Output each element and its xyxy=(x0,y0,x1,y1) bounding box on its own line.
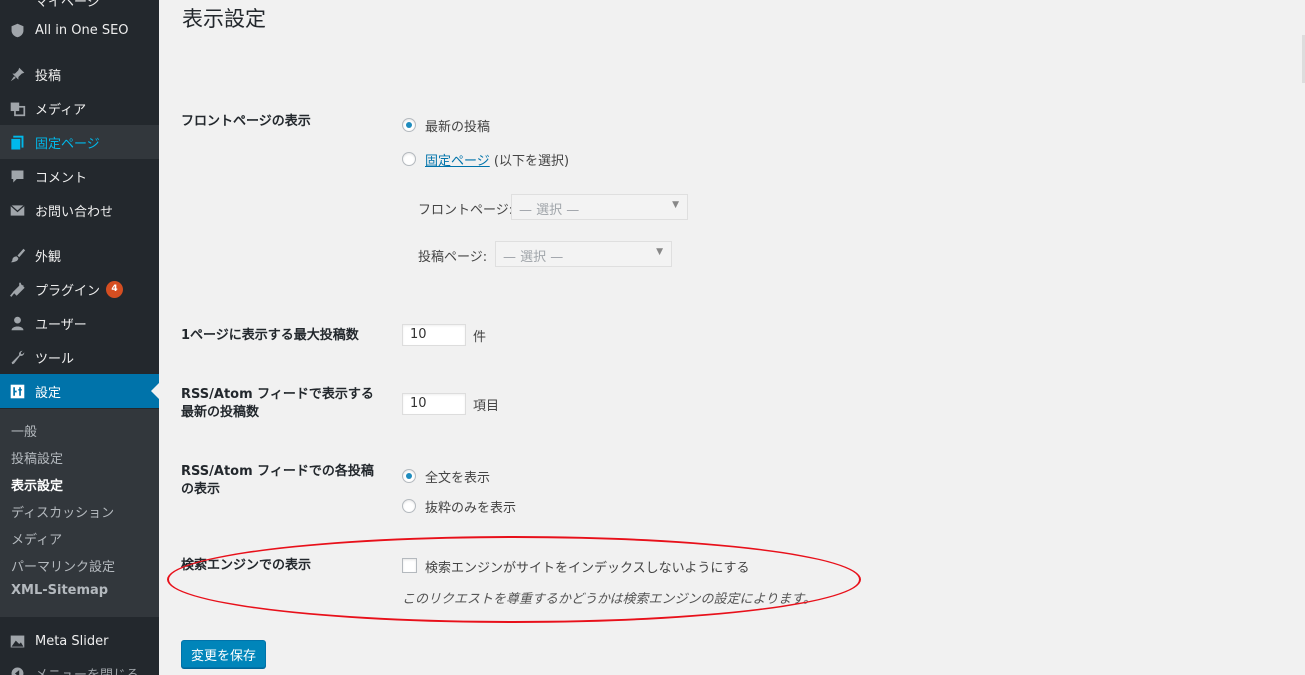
sidebar-item-posts[interactable]: 投稿 xyxy=(0,57,159,91)
static-page-suffix: (以下を選択) xyxy=(489,154,570,169)
sidebar-item-label: お問い合わせ xyxy=(35,204,114,220)
sidebar-item-label: プラグイン xyxy=(35,283,101,299)
sidebar-item-label: 設定 xyxy=(35,385,62,401)
plugin-icon xyxy=(8,280,26,298)
sidebar-item-tools[interactable]: ツール xyxy=(0,340,159,374)
sidebar-item-contact[interactable]: お問い合わせ xyxy=(0,193,159,227)
user-icon xyxy=(8,314,26,332)
sidebar-item-label: コメント xyxy=(35,170,88,186)
sidebar-item-label: All in One SEO xyxy=(35,22,129,38)
radio-summary-label: 抜粋のみを表示 xyxy=(425,501,517,516)
chevron-down-icon: ▼ xyxy=(656,247,663,257)
page-title: 表示設定 xyxy=(182,7,266,31)
rss-posts-input[interactable]: 10 xyxy=(402,393,466,415)
wrench-icon xyxy=(8,348,26,366)
front-page-display-label: フロントページの表示 xyxy=(181,114,311,129)
collapse-icon xyxy=(8,664,26,675)
radio-latest-posts[interactable] xyxy=(402,118,416,132)
rss-posts-label: RSS/Atom フィードで表示する最新の投稿数 xyxy=(181,387,374,420)
submenu-xml-sitemap[interactable]: XML-Sitemap xyxy=(11,583,108,598)
submenu-permalinks[interactable]: パーマリンク設定 xyxy=(11,556,115,575)
mail-icon xyxy=(8,201,26,219)
sidebar-item-pages[interactable]: 固定ページ xyxy=(0,125,159,159)
submenu-discussion[interactable]: ディスカッション xyxy=(11,502,114,521)
collapse-menu-button[interactable]: メニューを閉じる xyxy=(0,656,159,675)
admin-sidebar: マイページ All in One SEO 投稿 メディア 固定ページ コメント xyxy=(0,0,159,675)
brush-icon xyxy=(8,246,26,264)
sidebar-item-label: メニューを閉じる xyxy=(35,667,140,675)
submenu-media[interactable]: メディア xyxy=(11,529,62,548)
radio-full-text-label: 全文を表示 xyxy=(425,471,491,486)
sidebar-item-media[interactable]: メディア xyxy=(0,91,159,125)
sidebar-item-label: ツール xyxy=(35,351,75,367)
sidebar-item-settings[interactable]: 設定 xyxy=(0,374,159,408)
sidebar-item-label: 外観 xyxy=(35,249,62,265)
front-page-select[interactable]: — 選択 — ▼ xyxy=(511,194,688,220)
sidebar-item-plugins[interactable]: プラグイン 4 xyxy=(0,272,159,306)
posts-page-select-label: 投稿ページ: xyxy=(418,250,488,265)
settings-submenu: 一般 投稿設定 表示設定 ディスカッション メディア パーマリンク設定 XML-… xyxy=(0,409,159,617)
rss-display-label: RSS/Atom フィードでの各投稿の表示 xyxy=(181,464,374,497)
sidebar-item-all-in-one-seo[interactable]: All in One SEO xyxy=(0,13,159,47)
sidebar-item-comments[interactable]: コメント xyxy=(0,159,159,193)
rss-posts-unit: 項目 xyxy=(473,399,500,414)
pages-icon xyxy=(8,133,26,151)
sidebar-item-label: マイページ xyxy=(35,0,100,10)
submenu-general[interactable]: 一般 xyxy=(11,421,37,440)
chevron-down-icon: ▼ xyxy=(672,200,679,210)
posts-per-page-unit: 件 xyxy=(473,330,487,345)
main-content: 表示設定 フロントページの表示 最新の投稿 固定ページ (以下を選択) フロント… xyxy=(159,0,1305,675)
sidebar-item-label: 投稿 xyxy=(35,68,62,84)
pin-icon xyxy=(8,65,26,83)
sidebar-item-meta-slider[interactable]: Meta Slider xyxy=(0,624,159,658)
posts-per-page-input[interactable]: 10 xyxy=(402,324,466,346)
radio-static-page-label: 固定ページ (以下を選択) xyxy=(425,150,569,169)
radio-static-page[interactable] xyxy=(402,152,416,166)
sidebar-item-label: ユーザー xyxy=(35,317,87,333)
sidebar-item-users[interactable]: ユーザー xyxy=(0,306,159,340)
front-page-select-label: フロントページ: xyxy=(418,203,514,218)
settings-icon xyxy=(8,382,26,400)
sidebar-item-label: メディア xyxy=(35,102,87,118)
media-icon xyxy=(8,99,26,117)
shield-icon xyxy=(8,21,26,39)
slider-icon xyxy=(8,632,26,650)
static-page-link[interactable]: 固定ページ xyxy=(425,154,490,169)
save-changes-button[interactable]: 変更を保存 xyxy=(181,640,266,668)
sidebar-item-appearance[interactable]: 外観 xyxy=(0,238,159,272)
front-page-select-value: — 選択 — xyxy=(519,203,580,218)
posts-per-page-label: 1ページに表示する最大投稿数 xyxy=(181,328,359,343)
shield-icon xyxy=(8,0,26,9)
posts-page-select[interactable]: — 選択 — ▼ xyxy=(495,241,672,267)
sidebar-item-label: 固定ページ xyxy=(35,136,100,152)
radio-latest-posts-label: 最新の投稿 xyxy=(425,120,491,135)
sidebar-item-label: Meta Slider xyxy=(35,633,109,649)
radio-full-text[interactable] xyxy=(402,469,416,483)
submenu-reading[interactable]: 表示設定 xyxy=(11,475,63,494)
radio-summary[interactable] xyxy=(402,499,416,513)
update-count-badge: 4 xyxy=(106,280,124,298)
posts-page-select-value: — 選択 — xyxy=(503,250,564,265)
submenu-writing[interactable]: 投稿設定 xyxy=(11,448,63,467)
highlight-ellipse xyxy=(167,536,861,623)
comment-icon xyxy=(8,167,26,185)
